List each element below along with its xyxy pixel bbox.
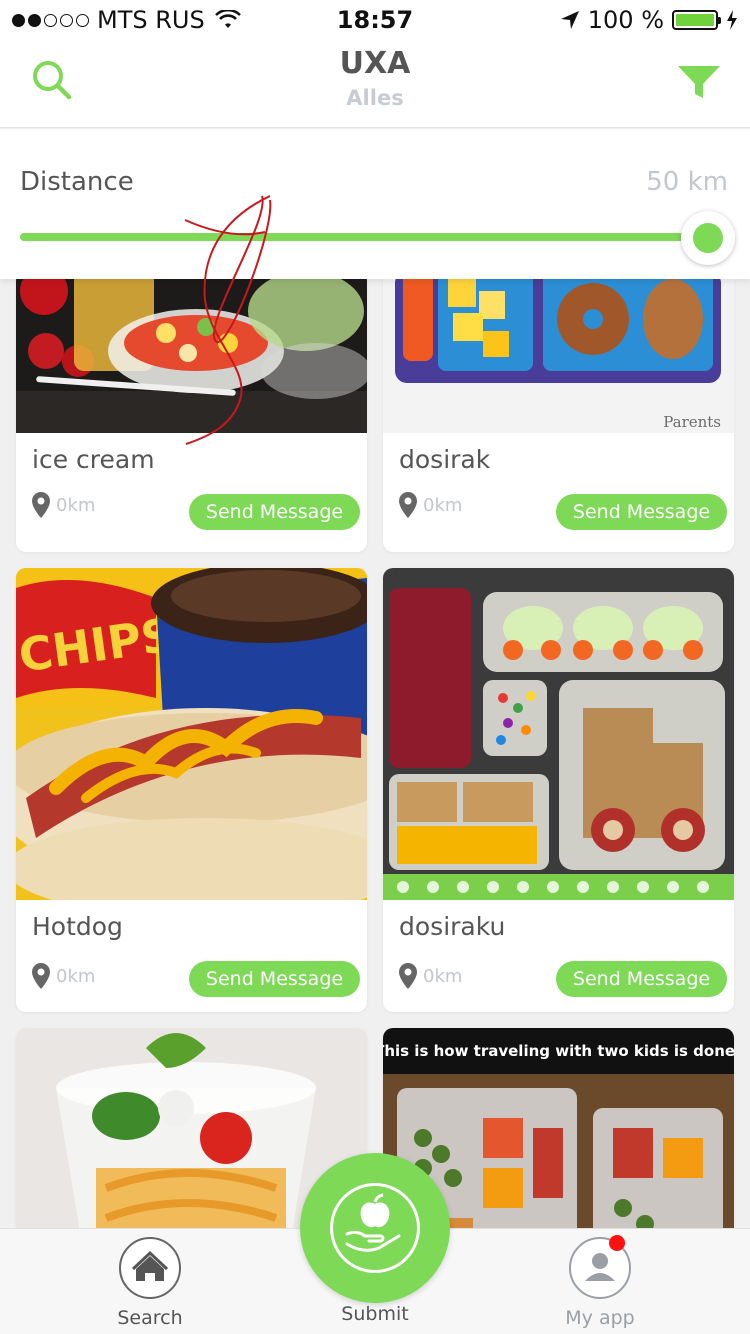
page-subtitle[interactable]: Alles	[0, 86, 750, 110]
food-image[interactable]: CHIPS	[16, 568, 367, 900]
card-distance: 0km	[397, 491, 462, 519]
status-bar: MTS RUS 18:57 100 %	[0, 0, 750, 40]
card-distance-value: 0km	[423, 965, 463, 987]
distance-slider-thumb[interactable]	[681, 211, 735, 265]
card-title: dosiraku	[399, 912, 506, 941]
card-distance: 0km	[30, 962, 95, 990]
tab-my-app[interactable]: My app	[525, 1235, 675, 1329]
battery-icon	[672, 10, 721, 30]
card-distance-value: 0km	[56, 494, 96, 516]
user-icon[interactable]	[569, 1235, 631, 1299]
wifi-icon	[214, 10, 241, 28]
tab-search-label: Search	[117, 1307, 183, 1329]
send-message-button[interactable]: Send Message	[189, 494, 360, 530]
food-image[interactable]	[383, 568, 734, 900]
send-message-button[interactable]: Send Message	[556, 494, 727, 530]
location-pin-icon	[399, 963, 417, 989]
food-card[interactable]: Parents dosirak 0km Send Message	[383, 279, 734, 552]
card-title: Hotdog	[32, 912, 123, 941]
card-distance-value: 0km	[56, 965, 96, 987]
nav-bar: UXA Alles	[0, 40, 750, 128]
apple-hand-icon	[330, 1183, 420, 1273]
submit-label: Submit	[341, 1303, 409, 1325]
notification-badge	[609, 1235, 625, 1251]
submit-button[interactable]	[300, 1153, 450, 1303]
home-icon[interactable]	[119, 1237, 181, 1299]
carrier-label: MTS RUS	[97, 6, 205, 34]
card-distance: 0km	[397, 962, 462, 990]
send-message-button[interactable]: Send Message	[189, 961, 360, 997]
location-pin-icon	[32, 963, 50, 989]
card-title: ice cream	[32, 445, 155, 474]
food-grid[interactable]: ice cream 0km Send Message Parents dosir…	[0, 279, 750, 1228]
image-caption: This is how traveling with two kids is d…	[383, 1042, 734, 1060]
tab-my-app-label: My app	[565, 1307, 635, 1329]
filter-icon[interactable]	[676, 62, 722, 102]
card-distance: 0km	[30, 491, 95, 519]
location-pin-icon	[399, 492, 417, 518]
battery-percent: 100 %	[587, 6, 664, 34]
charging-icon	[727, 10, 737, 30]
image-caption: Parents	[663, 413, 721, 431]
distance-label: Distance	[20, 167, 134, 197]
signal-strength-icon	[12, 13, 89, 27]
location-pin-icon	[32, 492, 50, 518]
distance-value: 50 km	[646, 167, 728, 197]
food-card[interactable]: dosiraku 0km Send Message	[383, 568, 734, 1012]
food-card[interactable]: CHIPS Hotdog 0km Send Message	[16, 568, 367, 1012]
card-distance-value: 0km	[423, 494, 463, 516]
distance-slider-track[interactable]	[20, 233, 710, 241]
send-message-button[interactable]: Send Message	[556, 961, 727, 997]
distance-filter: Distance 50 km	[0, 129, 750, 279]
page-title: UXA	[339, 46, 411, 81]
food-card[interactable]: ice cream 0km Send Message	[16, 279, 367, 552]
card-title: dosirak	[399, 445, 491, 474]
tab-search[interactable]: Search	[75, 1237, 225, 1329]
location-arrow-icon	[560, 11, 579, 29]
food-image[interactable]: Parents	[383, 279, 734, 433]
food-image[interactable]	[16, 279, 367, 433]
